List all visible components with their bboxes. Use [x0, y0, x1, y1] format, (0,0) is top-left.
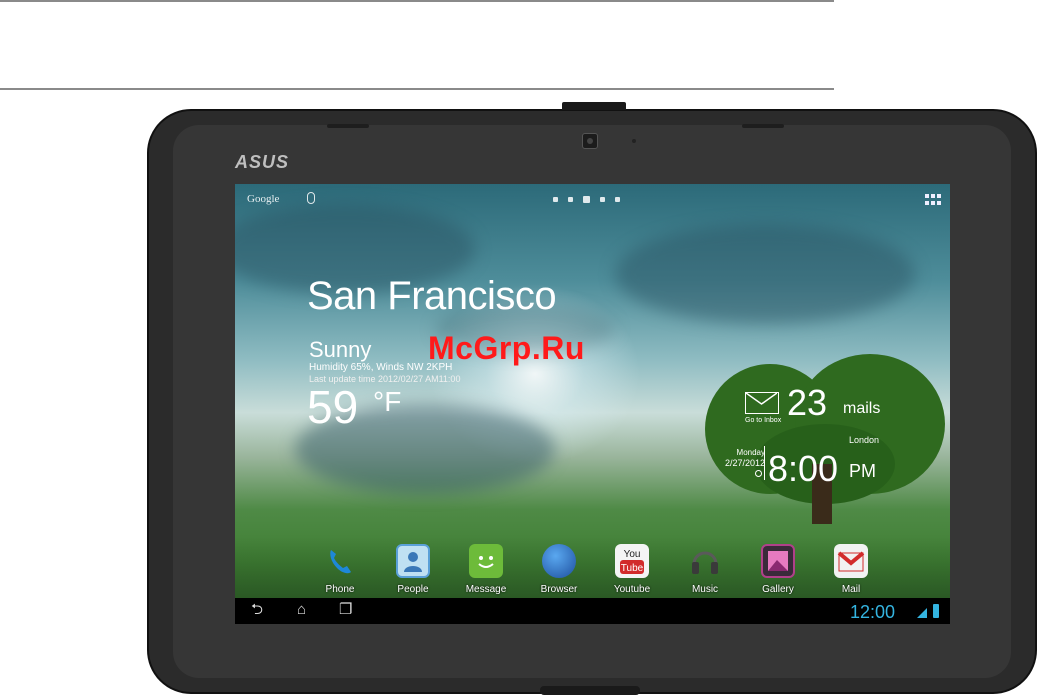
app-label: Music	[691, 584, 719, 595]
recent-apps-icon[interactable]: ❐	[339, 602, 352, 618]
mail-label: mails	[843, 400, 881, 417]
home-screen: Google San Francisco Sunny Humidity 65%,…	[235, 184, 950, 624]
dock-app-phone[interactable]: Phone	[310, 544, 370, 595]
top-rule	[0, 0, 834, 2]
status-clock: 12:00	[850, 602, 896, 622]
browser-icon	[542, 544, 576, 578]
page-dot	[615, 197, 620, 202]
app-label: Youtube	[613, 584, 651, 595]
app-label: Gallery	[762, 584, 794, 595]
watermark: McGrp.Ru	[428, 330, 585, 366]
clock-ampm: PM	[849, 461, 876, 481]
light-sensor	[632, 139, 636, 143]
people-icon	[396, 544, 430, 578]
all-apps-icon[interactable]	[925, 194, 941, 206]
svg-text:You: You	[624, 549, 641, 560]
dock-app-message[interactable]: Message	[456, 544, 516, 595]
app-label: Message	[465, 584, 507, 595]
weather-unit: °F	[373, 386, 402, 417]
app-label: Browser	[540, 584, 578, 595]
dock-app-music[interactable]: Music	[675, 544, 735, 595]
dock-app-people[interactable]: People	[383, 544, 443, 595]
app-label: People	[397, 584, 429, 595]
clock-date: 2/27/2012	[724, 458, 765, 468]
envelope-icon[interactable]	[745, 392, 779, 414]
dock-connector	[540, 686, 640, 695]
clock-time[interactable]: 8:00	[768, 448, 838, 490]
app-label: Mail	[841, 584, 861, 595]
clock-day: Monday	[736, 448, 765, 457]
svg-text:Tube: Tube	[621, 563, 644, 574]
headphones-icon	[688, 544, 722, 578]
weather-condition: Sunny	[309, 337, 372, 362]
mic-icon[interactable]	[307, 192, 315, 204]
page-indicator	[553, 196, 620, 203]
gmail-icon	[834, 544, 868, 578]
clock-divider	[764, 446, 765, 480]
dock-app-youtube[interactable]: You Tube Youtube	[602, 544, 662, 595]
phone-icon	[323, 544, 357, 578]
header-rule	[0, 88, 834, 90]
mail-count[interactable]: 23	[787, 382, 827, 424]
google-search[interactable]: Google	[247, 193, 279, 205]
clock-city: London	[849, 435, 880, 445]
page-dot	[568, 197, 573, 202]
weather-temperature: 59	[307, 381, 359, 433]
page-dot	[600, 197, 605, 202]
signal-icon	[917, 608, 927, 618]
back-icon[interactable]: ⮌	[251, 602, 263, 618]
speaker-slot-right	[742, 124, 784, 128]
dock-app-browser[interactable]: Browser	[529, 544, 589, 595]
page-dot	[553, 197, 558, 202]
page-dot	[583, 196, 590, 203]
dock-app-gallery[interactable]: Gallery	[748, 544, 808, 595]
gallery-icon	[761, 544, 795, 578]
cloud	[615, 224, 915, 324]
dock-app-mail[interactable]: Mail	[821, 544, 881, 595]
power-button	[562, 102, 626, 110]
brand-logo: ASUS	[235, 152, 290, 172]
front-camera	[582, 133, 598, 149]
youtube-icon: You Tube	[615, 544, 649, 578]
message-icon	[469, 544, 503, 578]
battery-icon	[933, 604, 939, 618]
go-to-inbox-link[interactable]: Go to Inbox	[745, 417, 781, 424]
speaker-slot-left	[327, 124, 369, 128]
home-icon[interactable]: ⌂	[297, 602, 306, 618]
app-label: Phone	[325, 584, 355, 595]
alarm-icon	[755, 470, 762, 477]
weather-city[interactable]: San Francisco	[307, 274, 557, 319]
